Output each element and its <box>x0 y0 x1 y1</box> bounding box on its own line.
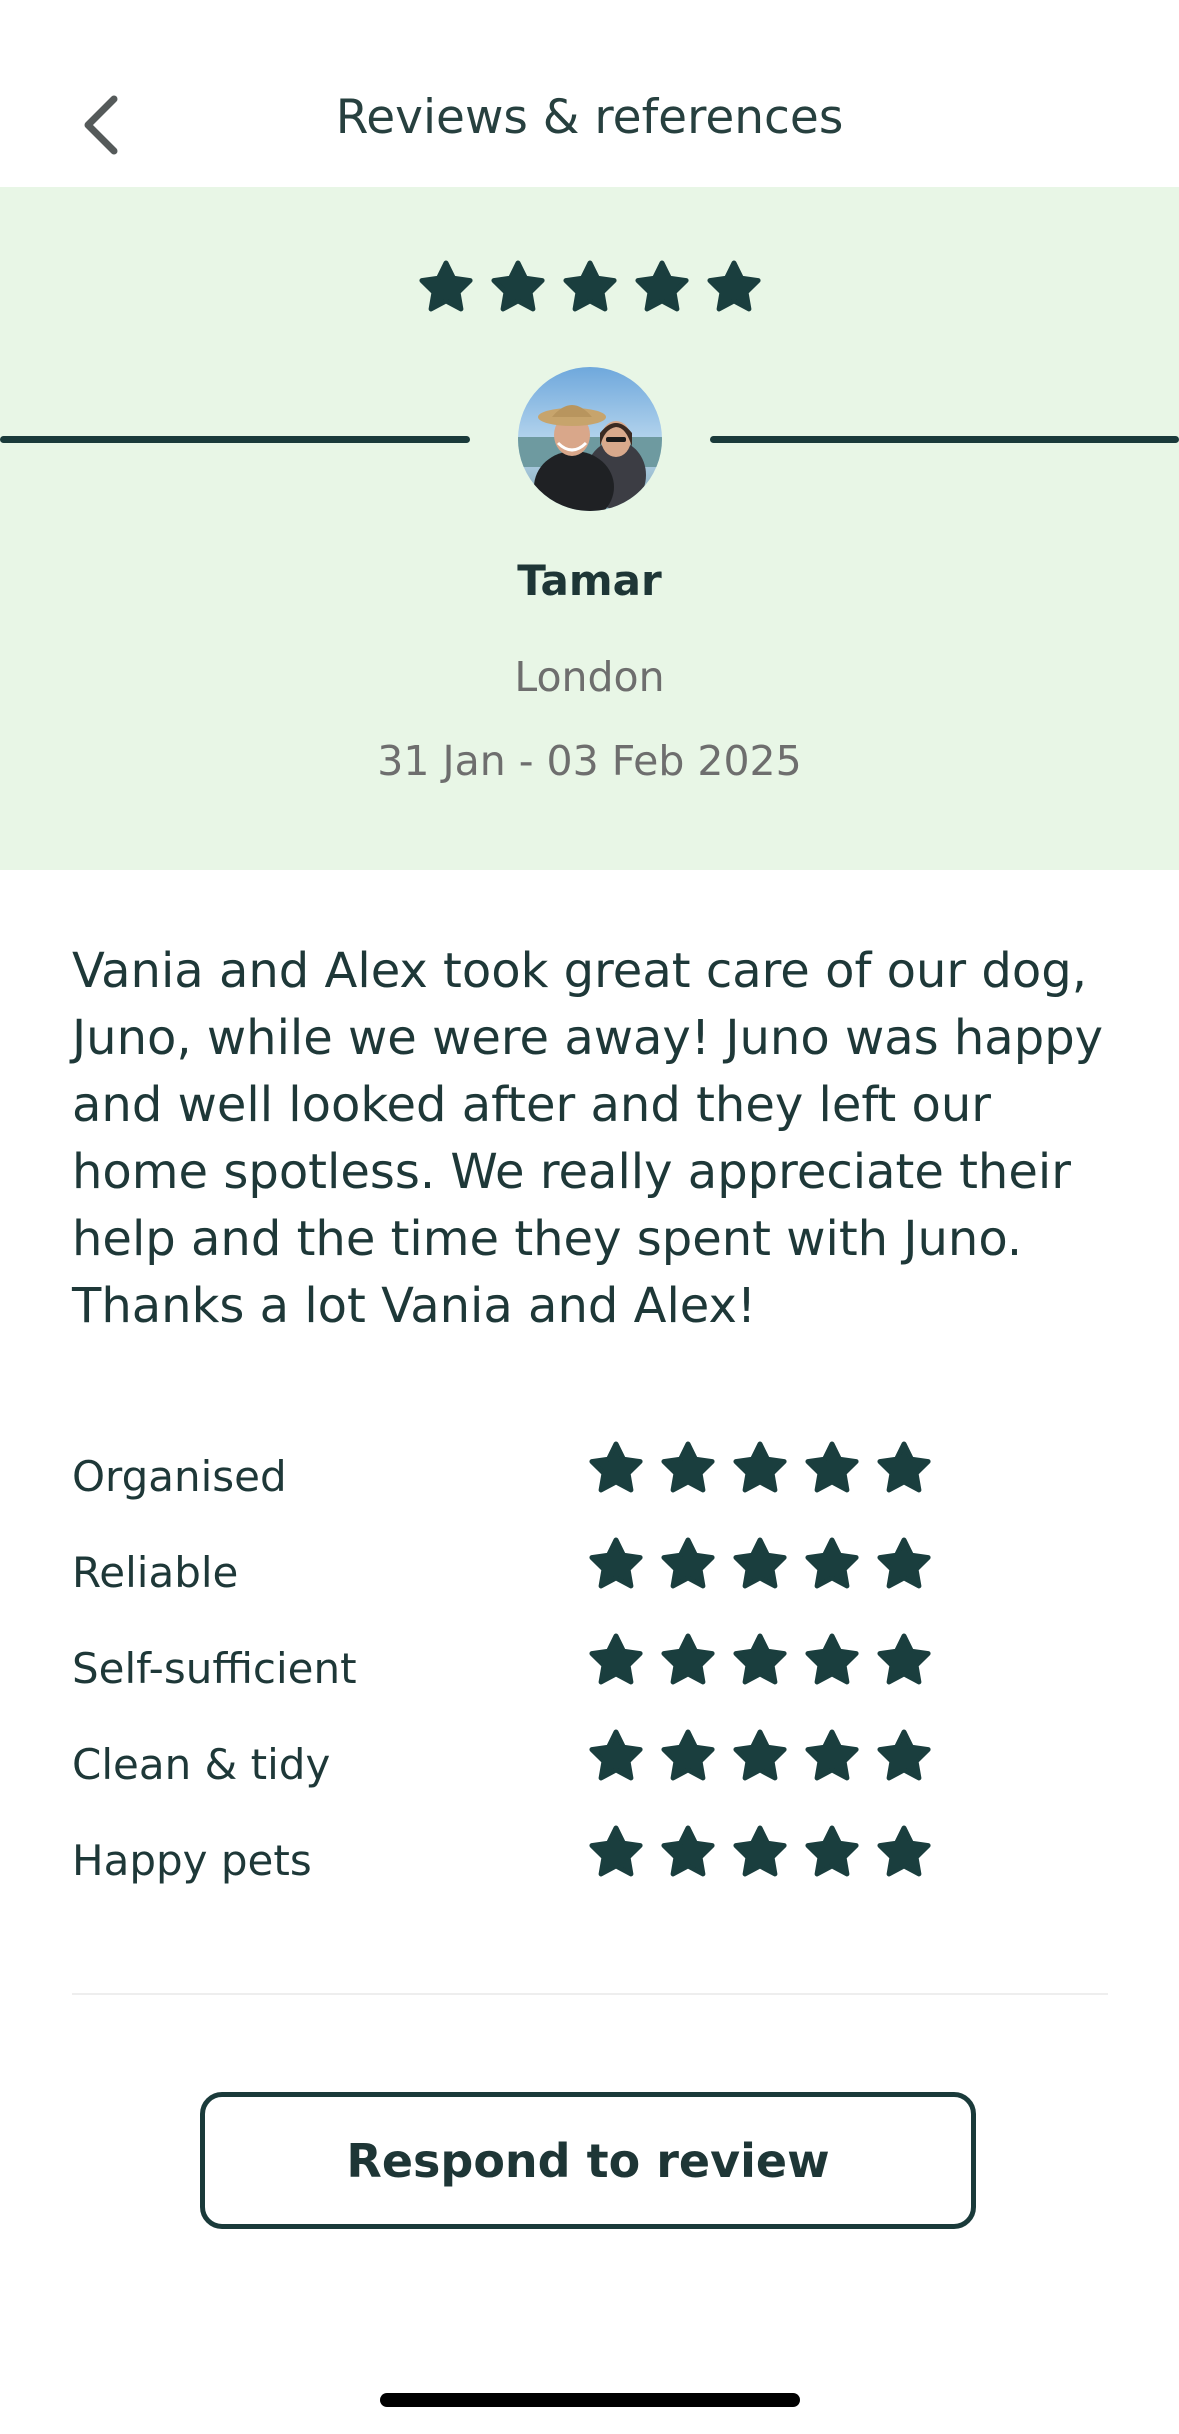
divider <box>72 1993 1108 1995</box>
star-icon <box>733 1729 787 1781</box>
rating-label: Organised <box>72 1452 287 1501</box>
star-icon <box>733 1825 787 1877</box>
star-icon <box>589 1825 643 1877</box>
star-icon <box>805 1537 859 1589</box>
stay-dates: 31 Jan - 03 Feb 2025 <box>377 737 802 785</box>
star-icon <box>562 260 617 312</box>
rating-label: Happy pets <box>72 1836 312 1885</box>
rating-row: Happy pets <box>72 1824 1112 1920</box>
star-icon <box>805 1633 859 1685</box>
rating-label: Self-sufficient <box>72 1644 357 1693</box>
star-icon <box>706 260 761 312</box>
star-icon <box>589 1633 643 1685</box>
rating-row: Reliable <box>72 1536 1112 1632</box>
rating-row: Organised <box>72 1440 1112 1536</box>
review-summary-panel: Tamar London 31 Jan - 03 Feb 2025 <box>0 187 1179 870</box>
star-icon <box>661 1633 715 1685</box>
reviewer-name[interactable]: Tamar <box>0 556 1179 605</box>
divider-left <box>0 436 470 443</box>
star-icon <box>661 1729 715 1781</box>
star-icon <box>733 1537 787 1589</box>
star-icon <box>589 1441 643 1493</box>
star-icon <box>634 260 689 312</box>
rating-stars <box>587 1824 933 1882</box>
page-title: Reviews & references <box>335 90 844 145</box>
star-icon <box>805 1729 859 1781</box>
star-icon <box>877 1633 931 1685</box>
respond-to-review-button[interactable]: Respond to review <box>200 2092 976 2229</box>
star-icon <box>661 1537 715 1589</box>
star-icon <box>418 260 473 312</box>
star-icon <box>733 1633 787 1685</box>
header-bar: Reviews & references <box>0 0 1179 187</box>
star-icon <box>877 1441 931 1493</box>
reviewer-avatar[interactable] <box>518 367 662 511</box>
rating-label: Reliable <box>72 1548 239 1597</box>
star-icon <box>661 1825 715 1877</box>
star-icon <box>805 1825 859 1877</box>
star-icon <box>805 1441 859 1493</box>
star-icon <box>733 1441 787 1493</box>
overall-rating-stars <box>0 259 1179 317</box>
star-icon <box>877 1537 931 1589</box>
reviewer-location: London <box>514 653 665 701</box>
rating-stars <box>587 1632 933 1690</box>
avatar-photo <box>518 367 662 511</box>
rating-row: Self-sufficient <box>72 1632 1112 1728</box>
rating-row: Clean & tidy <box>72 1728 1112 1824</box>
category-ratings: Organised Reliable Self-sufficient Clean & … <box>72 1440 1112 1920</box>
rating-stars <box>587 1440 933 1498</box>
star-icon <box>877 1729 931 1781</box>
star-icon <box>661 1441 715 1493</box>
divider-right <box>710 436 1179 443</box>
rating-stars <box>587 1728 933 1786</box>
star-icon <box>589 1537 643 1589</box>
home-indicator <box>380 2393 800 2407</box>
star-icon <box>490 260 545 312</box>
star-icon <box>877 1825 931 1877</box>
star-icon <box>589 1729 643 1781</box>
rating-label: Clean & tidy <box>72 1740 331 1789</box>
rating-stars <box>587 1536 933 1594</box>
review-body: Vania and Alex took great care of our do… <box>72 943 1104 1334</box>
